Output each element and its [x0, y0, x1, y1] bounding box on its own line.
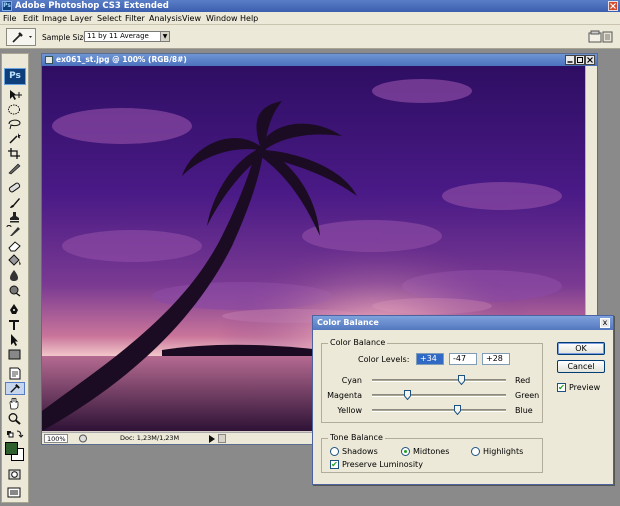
preview-label: Preview	[569, 383, 601, 392]
quick-mask-icon[interactable]	[5, 468, 25, 481]
dialog-title: Color Balance	[313, 316, 613, 330]
cancel-button[interactable]: Cancel	[557, 360, 605, 373]
menu-filter[interactable]: Filter	[125, 13, 145, 24]
eyedropper-tool-icon[interactable]	[5, 382, 25, 395]
color-level-yellow-blue-input[interactable]: +28	[482, 353, 510, 365]
sample-size-value: 11 by 11 Average	[87, 32, 149, 40]
options-bar: Sample Size: 11 by 11 Average ▼	[0, 25, 620, 49]
dodge-tool-icon[interactable]	[5, 284, 25, 297]
brush-tool-icon[interactable]	[5, 196, 25, 209]
eyedropper-icon	[12, 32, 32, 43]
tone-shadows-label: Shadows	[342, 447, 378, 456]
preserve-luminosity-label: Preserve Luminosity	[342, 460, 423, 469]
tone-midtones-radio[interactable]	[401, 447, 410, 456]
healing-brush-icon[interactable]	[5, 181, 25, 194]
path-selection-icon[interactable]	[5, 333, 25, 346]
clone-stamp-icon[interactable]	[5, 210, 25, 223]
slider-right-label: Red	[515, 376, 531, 385]
menu-bar: File Edit Image Layer Select Filter Anal…	[0, 12, 620, 25]
preview-checkbox[interactable]: ✔	[557, 383, 566, 392]
slider-thumb[interactable]	[454, 405, 462, 415]
color-level-cyan-red-input[interactable]: +34	[416, 353, 444, 365]
slider-right-label: Blue	[515, 406, 533, 415]
slider-thumb[interactable]	[458, 375, 466, 385]
toolbox: Ps	[1, 53, 29, 503]
menu-select[interactable]: Select	[97, 13, 122, 24]
tone-balance-legend: Tone Balance	[328, 433, 385, 443]
zoom-tool-icon[interactable]	[5, 412, 25, 425]
close-icon[interactable]: x	[600, 318, 610, 328]
lasso-tool-icon[interactable]	[5, 117, 25, 130]
type-tool-icon[interactable]	[5, 318, 25, 331]
tone-shadows-radio[interactable]	[330, 447, 339, 456]
status-menu-icon[interactable]	[78, 434, 88, 443]
menu-analysis[interactable]: Analysis	[149, 13, 182, 24]
magic-wand-icon[interactable]	[5, 132, 25, 145]
swap-colors-icon[interactable]	[5, 428, 25, 441]
history-brush-icon[interactable]	[5, 224, 25, 237]
photoshop-logo[interactable]: Ps	[4, 68, 26, 85]
photoshop-app-icon: Ps	[2, 1, 12, 11]
color-balance-dialog: Color Balance x Color Balance Color Leve…	[312, 315, 614, 485]
move-tool-icon[interactable]	[5, 88, 25, 101]
notes-tool-icon[interactable]	[5, 367, 25, 380]
slider-left-label: Magenta	[327, 391, 362, 400]
paint-bucket-icon[interactable]	[5, 254, 25, 267]
ok-button[interactable]: OK	[557, 342, 605, 355]
slice-tool-icon[interactable]	[5, 162, 25, 175]
rectangle-tool-icon[interactable]	[5, 348, 25, 361]
tool-preset-picker[interactable]	[6, 28, 36, 46]
chevron-down-icon: ▼	[160, 32, 169, 41]
menu-layer[interactable]: Layer	[70, 13, 92, 24]
screen-mode-icon[interactable]	[5, 486, 25, 499]
menu-window[interactable]: Window	[206, 13, 238, 24]
tone-midtones-label: Midtones	[413, 447, 450, 456]
tone-highlights-label: Highlights	[483, 447, 524, 456]
tone-balance-group: Tone Balance Shadows Midtones Highlights…	[321, 433, 543, 473]
slider-right-label: Green	[515, 391, 540, 400]
crop-tool-icon[interactable]	[5, 147, 25, 160]
document-title-bar[interactable]: ex061_st.jpg @ 100% (RGB/8#)	[42, 54, 597, 66]
hand-tool-icon[interactable]	[5, 397, 25, 410]
sample-size-select[interactable]: 11 by 11 Average ▼	[84, 31, 170, 42]
pen-tool-icon[interactable]	[5, 303, 25, 316]
elliptical-marquee-icon[interactable]	[5, 103, 25, 116]
color-levels-label: Color Levels:	[358, 355, 410, 364]
menu-file[interactable]: File	[3, 13, 16, 24]
palette-well-icon[interactable]	[588, 30, 614, 44]
slider-track[interactable]	[372, 379, 506, 382]
color-balance-legend: Color Balance	[328, 338, 388, 348]
eraser-tool-icon[interactable]	[5, 239, 25, 252]
app-title: Adobe Photoshop CS3 Extended	[15, 1, 169, 11]
triangle-right-icon[interactable]	[208, 435, 216, 443]
slider-track[interactable]	[372, 409, 506, 412]
menu-image[interactable]: Image	[42, 13, 67, 24]
tone-highlights-radio[interactable]	[471, 447, 480, 456]
menu-help[interactable]: Help	[240, 13, 258, 24]
zoom-level-field[interactable]: 100%	[44, 434, 68, 443]
preserve-luminosity-checkbox[interactable]: ✔	[330, 460, 339, 469]
color-level-magenta-green-input[interactable]: -47	[449, 353, 477, 365]
document-icon	[45, 56, 53, 64]
menu-edit[interactable]: Edit	[23, 13, 39, 24]
slider-thumb[interactable]	[404, 390, 411, 400]
slider-left-label: Cyan	[341, 376, 362, 385]
horizontal-scroll-thumb[interactable]	[218, 434, 226, 443]
document-size-info: Doc: 1,23M/1,23M	[120, 434, 180, 442]
close-icon[interactable]	[608, 1, 618, 11]
slider-track[interactable]	[372, 394, 506, 397]
color-balance-group: Color Balance Color Levels: +34 -47 +28 …	[321, 338, 543, 423]
document-title: ex061_st.jpg @ 100% (RGB/8#)	[56, 55, 187, 64]
app-title-bar: Ps Adobe Photoshop CS3 Extended	[0, 0, 620, 12]
menu-view[interactable]: View	[182, 13, 201, 24]
document-window-buttons[interactable]	[565, 55, 595, 65]
foreground-color-swatch[interactable]	[5, 442, 18, 455]
slider-left-label: Yellow	[337, 406, 362, 415]
blur-tool-icon[interactable]	[5, 269, 25, 282]
